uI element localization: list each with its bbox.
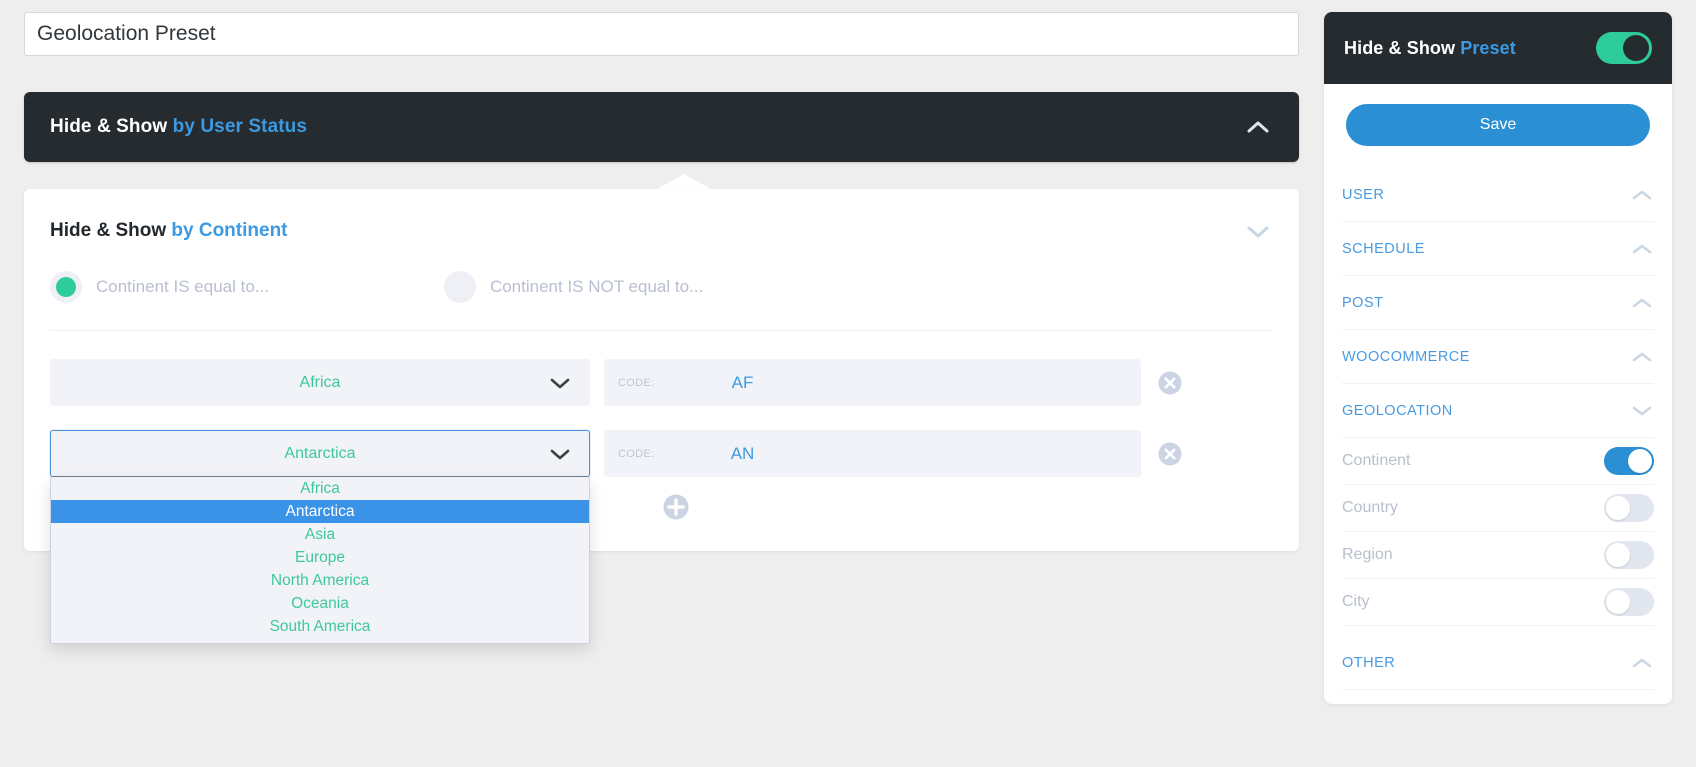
chevron-up-icon bbox=[1630, 350, 1654, 364]
preset-settings-sidebar: Hide & Show Preset Save USER SCHEDULE bbox=[1324, 12, 1672, 704]
radio-unselected-icon bbox=[444, 271, 476, 303]
sidebar-header-prefix: Hide & Show bbox=[1344, 38, 1460, 58]
continent-code-value-africa: AF bbox=[604, 373, 1141, 393]
geolocation-toggle-city-label: City bbox=[1342, 593, 1370, 611]
user-status-header-title: Hide & Show by User Status bbox=[50, 116, 307, 138]
sidebar-item-schedule-label: SCHEDULE bbox=[1342, 241, 1425, 257]
code-label: CODE: bbox=[618, 448, 654, 460]
continent-code-field-africa[interactable]: CODE: AF bbox=[604, 359, 1141, 406]
user-status-header-prefix: Hide & Show bbox=[50, 116, 173, 137]
sidebar-item-post-label: POST bbox=[1342, 295, 1383, 311]
sidebar-item-user[interactable]: USER bbox=[1342, 168, 1654, 222]
continent-select-wrapper-antarctica: Antarctica Africa Antarctica Asia Europe… bbox=[50, 430, 590, 477]
chevron-down-icon bbox=[549, 376, 571, 390]
chevron-up-icon bbox=[1630, 242, 1654, 256]
continent-option-africa[interactable]: Africa bbox=[51, 477, 589, 500]
toggle-switch-icon[interactable] bbox=[1604, 588, 1654, 616]
sidebar-item-other-label: OTHER bbox=[1342, 655, 1395, 671]
radio-continent-is-equal[interactable]: Continent IS equal to... bbox=[50, 271, 269, 303]
continent-condition-radio-group: Continent IS equal to... Continent IS NO… bbox=[50, 271, 1273, 331]
code-label: CODE: bbox=[618, 377, 654, 389]
continent-code-value-antarctica: AN bbox=[604, 444, 1141, 464]
continent-rule-row: Antarctica Africa Antarctica Asia Europe… bbox=[50, 430, 1273, 477]
continent-select-africa[interactable]: Africa bbox=[50, 359, 590, 406]
geolocation-toggle-continent[interactable]: Continent bbox=[1342, 438, 1654, 485]
preset-enable-toggle[interactable] bbox=[1596, 32, 1652, 64]
radio-continent-is-equal-label: Continent IS equal to... bbox=[96, 277, 269, 297]
sidebar-header: Hide & Show Preset bbox=[1324, 12, 1672, 84]
sidebar-item-geolocation[interactable]: GEOLOCATION bbox=[1342, 384, 1654, 438]
continent-select-antarctica[interactable]: Antarctica bbox=[50, 430, 590, 477]
geolocation-toggle-country-label: Country bbox=[1342, 499, 1398, 517]
continent-option-europe[interactable]: Europe bbox=[51, 546, 589, 569]
chevron-up-icon bbox=[1630, 188, 1654, 202]
continent-option-north-america[interactable]: North America bbox=[51, 569, 589, 592]
sidebar-item-schedule[interactable]: SCHEDULE bbox=[1342, 222, 1654, 276]
circle-close-icon[interactable] bbox=[1157, 441, 1183, 467]
continent-rule-row: Africa CODE: AF bbox=[50, 359, 1273, 406]
sidebar-item-other[interactable]: OTHER bbox=[1342, 636, 1654, 690]
radio-selected-icon bbox=[50, 271, 82, 303]
sidebar-header-accent: Preset bbox=[1460, 38, 1516, 58]
continent-option-antarctica[interactable]: Antarctica bbox=[51, 500, 589, 523]
continent-panel-title: Hide & Show by Continent bbox=[50, 220, 288, 242]
chevron-up-icon[interactable] bbox=[1243, 112, 1273, 142]
toggle-switch-icon[interactable] bbox=[1604, 447, 1654, 475]
continent-panel-header[interactable]: Hide & Show by Continent bbox=[50, 213, 1273, 249]
hide-show-continent-panel: Hide & Show by Continent Continent IS eq… bbox=[24, 189, 1299, 551]
geolocation-toggle-country[interactable]: Country bbox=[1342, 485, 1654, 532]
continent-select-africa-value: Africa bbox=[300, 374, 341, 392]
preset-editor-column: Hide & Show by User Status Hide & Show b… bbox=[24, 12, 1299, 551]
hide-show-user-status-header[interactable]: Hide & Show by User Status bbox=[24, 92, 1299, 162]
radio-continent-is-not-equal-label: Continent IS NOT equal to... bbox=[490, 277, 703, 297]
circle-close-icon[interactable] bbox=[1157, 370, 1183, 396]
sidebar-item-geolocation-label: GEOLOCATION bbox=[1342, 403, 1453, 419]
chevron-down-icon bbox=[549, 447, 571, 461]
continent-select-wrapper-africa: Africa bbox=[50, 359, 590, 406]
save-button[interactable]: Save bbox=[1346, 104, 1650, 146]
sidebar-section-list: USER SCHEDULE POST bbox=[1324, 168, 1672, 690]
chevron-up-icon bbox=[1630, 296, 1654, 310]
geolocation-toggle-city[interactable]: City bbox=[1342, 579, 1654, 626]
toggle-switch-icon[interactable] bbox=[1604, 541, 1654, 569]
geolocation-toggle-continent-label: Continent bbox=[1342, 452, 1411, 470]
sidebar-item-woocommerce[interactable]: WOOCOMMERCE bbox=[1342, 330, 1654, 384]
circle-plus-icon[interactable] bbox=[662, 493, 690, 521]
continent-select-antarctica-value: Antarctica bbox=[284, 445, 355, 463]
continent-code-field-antarctica[interactable]: CODE: AN bbox=[604, 430, 1141, 477]
radio-continent-is-not-equal[interactable]: Continent IS NOT equal to... bbox=[444, 271, 703, 303]
chevron-down-icon[interactable] bbox=[1243, 216, 1273, 246]
user-status-header-accent: by User Status bbox=[173, 116, 307, 137]
continent-option-asia[interactable]: Asia bbox=[51, 523, 589, 546]
continent-option-south-america[interactable]: South America bbox=[51, 615, 589, 638]
geolocation-toggle-region[interactable]: Region bbox=[1342, 532, 1654, 579]
continent-options-dropdown[interactable]: Africa Antarctica Asia Europe North Amer… bbox=[50, 477, 590, 644]
continent-option-oceania[interactable]: Oceania bbox=[51, 592, 589, 615]
chevron-down-icon bbox=[1630, 404, 1654, 418]
geolocation-preset-screen: Hide & Show by User Status Hide & Show b… bbox=[0, 0, 1696, 767]
preset-title-input[interactable] bbox=[24, 12, 1299, 56]
chevron-up-icon bbox=[1630, 656, 1654, 670]
geolocation-toggle-region-label: Region bbox=[1342, 546, 1393, 564]
continent-title-prefix: Hide & Show bbox=[50, 220, 171, 241]
sidebar-item-post[interactable]: POST bbox=[1342, 276, 1654, 330]
sidebar-item-user-label: USER bbox=[1342, 187, 1384, 203]
continent-title-accent: by Continent bbox=[171, 220, 287, 241]
sidebar-item-woocommerce-label: WOOCOMMERCE bbox=[1342, 349, 1470, 365]
toggle-switch-icon[interactable] bbox=[1604, 494, 1654, 522]
sidebar-header-title: Hide & Show Preset bbox=[1344, 38, 1516, 59]
